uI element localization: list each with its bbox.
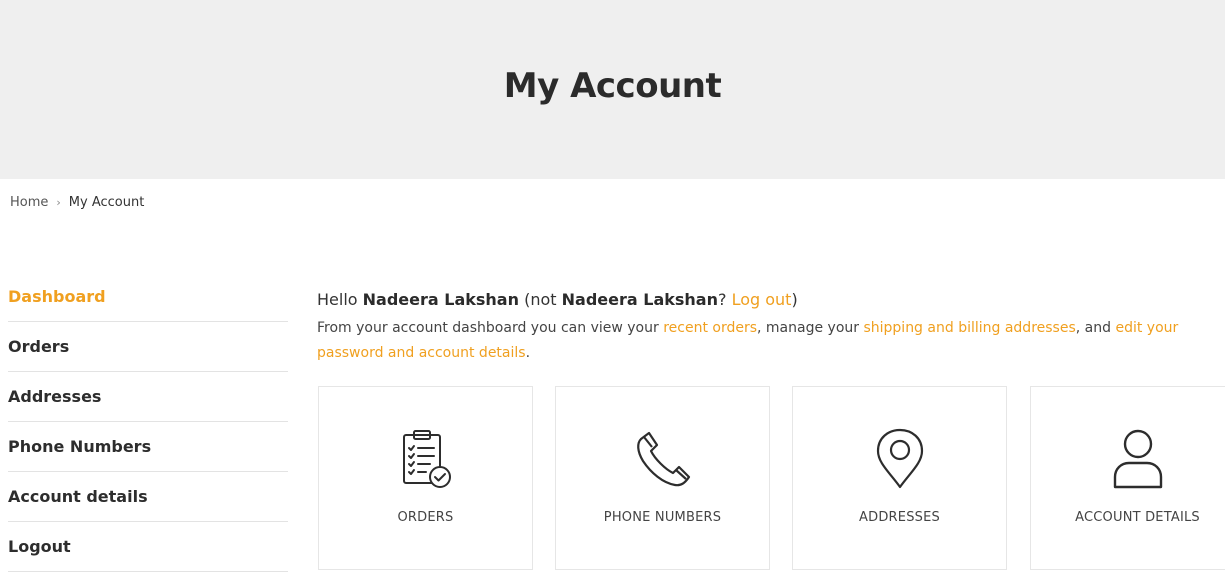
- breadcrumb-home-link[interactable]: Home: [10, 195, 48, 210]
- phone-numbers-card[interactable]: PHONE NUMBERS: [555, 386, 770, 570]
- logout-link[interactable]: Log out: [732, 290, 792, 309]
- sidebar-item-dashboard[interactable]: Dashboard: [8, 272, 288, 322]
- account-details-card[interactable]: ACCOUNT DETAILS: [1030, 386, 1225, 570]
- sidebar-item-phone-numbers[interactable]: Phone Numbers: [8, 422, 288, 472]
- addresses-card[interactable]: ADDRESSES: [792, 386, 1007, 570]
- intro-part4: .: [525, 345, 531, 361]
- clipboard-check-icon: [402, 430, 451, 488]
- user-icon: [1113, 429, 1162, 489]
- breadcrumb-current: My Account: [68, 195, 145, 210]
- phone-numbers-card-label: PHONE NUMBERS: [603, 510, 722, 525]
- intro-part1: From your account dashboard you can view…: [317, 320, 664, 336]
- greeting-close-paren: ): [791, 290, 798, 309]
- addresses-card-label: ADDRESSES: [859, 510, 940, 525]
- breadcrumb-separator-icon: ›: [56, 196, 61, 209]
- phone-icon: [636, 431, 690, 487]
- dashboard-intro: From your account dashboard you can view…: [317, 316, 1197, 366]
- sidebar-item-logout[interactable]: Logout: [8, 522, 288, 572]
- greeting-question: ?: [717, 290, 727, 309]
- sidebar-item-addresses[interactable]: Addresses: [8, 372, 288, 422]
- page-title: My Account: [503, 66, 722, 106]
- user-name: Nadeera Lakshan: [362, 290, 519, 309]
- account-details-card-label: ACCOUNT DETAILS: [1075, 510, 1200, 525]
- greeting-not-prefix: (not: [524, 290, 557, 309]
- sidebar-item-account-details[interactable]: Account details: [8, 472, 288, 522]
- sidebar-item-orders[interactable]: Orders: [8, 322, 288, 372]
- breadcrumb: Home › My Account: [10, 195, 144, 210]
- page-header-banner: My Account: [0, 0, 1225, 179]
- orders-card-label: ORDERS: [397, 510, 454, 525]
- orders-card[interactable]: ORDERS: [318, 386, 533, 570]
- addresses-link[interactable]: shipping and billing addresses: [863, 320, 1075, 336]
- intro-part3: , and: [1075, 320, 1116, 336]
- greeting-text: Hello Nadeera Lakshan (not Nadeera Laksh…: [317, 288, 1217, 312]
- intro-part2: , manage your: [757, 320, 864, 336]
- greeting-hello: Hello: [317, 290, 358, 309]
- dashboard-content: Hello Nadeera Lakshan (not Nadeera Laksh…: [317, 288, 1217, 366]
- account-sidebar: Dashboard Orders Addresses Phone Numbers…: [8, 272, 288, 572]
- not-user-name: Nadeera Lakshan: [561, 290, 718, 309]
- recent-orders-link[interactable]: recent orders: [663, 320, 757, 336]
- map-pin-icon: [876, 428, 923, 489]
